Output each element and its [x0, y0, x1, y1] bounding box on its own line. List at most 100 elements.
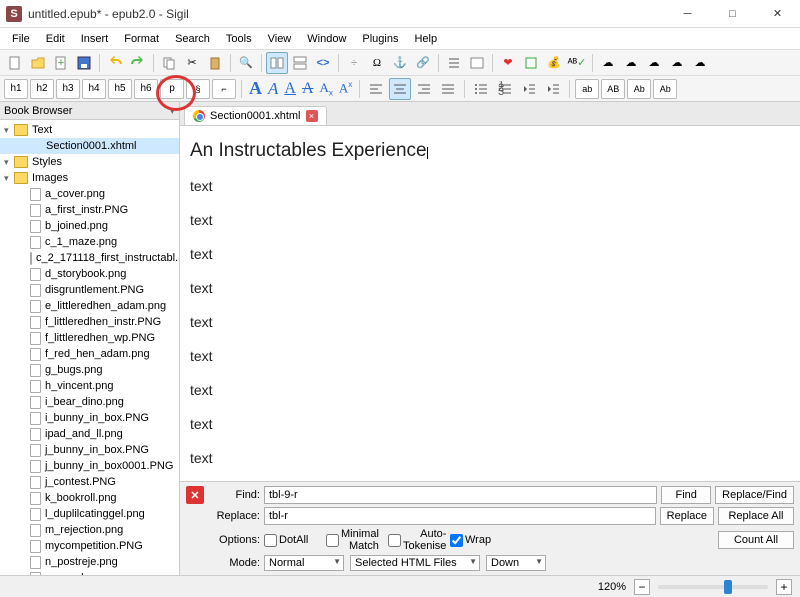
doc-paragraph[interactable]: text — [190, 246, 790, 262]
save-icon[interactable] — [73, 52, 95, 74]
mode-select[interactable]: Normal — [264, 555, 344, 571]
align-left-icon[interactable] — [365, 78, 387, 100]
minimize-button[interactable]: ─ — [665, 0, 710, 28]
count-all-button[interactable]: Count All — [718, 531, 794, 549]
list-number-icon[interactable]: 123 — [494, 78, 516, 100]
file-item[interactable]: k_bookroll.png — [0, 490, 179, 506]
metadata-icon[interactable] — [466, 52, 488, 74]
menu-help[interactable]: Help — [406, 30, 445, 48]
file-tree[interactable]: ▾TextSection0001.xhtml▾Styles▾Imagesa_co… — [0, 120, 179, 575]
subscript-button[interactable]: Ax — [320, 80, 333, 98]
book-view-icon[interactable] — [266, 52, 288, 74]
folder-styles[interactable]: ▾Styles — [0, 154, 179, 170]
cut-icon[interactable]: ✂ — [181, 52, 203, 74]
donate-icon[interactable]: 💰 — [543, 52, 565, 74]
menu-tools[interactable]: Tools — [218, 30, 260, 48]
paste-icon[interactable] — [204, 52, 226, 74]
cloud5-icon[interactable]: ☁ — [689, 52, 711, 74]
file-item[interactable]: m_rejection.png — [0, 522, 179, 538]
doc-paragraph[interactable]: text — [190, 178, 790, 194]
replace-all-button[interactable]: Replace All — [718, 507, 794, 525]
underline-button[interactable]: A — [284, 80, 296, 98]
italic-button[interactable]: A — [268, 79, 278, 99]
superscript-button[interactable]: Ax — [339, 80, 352, 96]
file-item[interactable]: f_littleredhen_instr.PNG — [0, 314, 179, 330]
minimal-checkbox[interactable]: Minimal Match — [326, 528, 378, 552]
file-item[interactable]: f_littleredhen_wp.PNG — [0, 330, 179, 346]
redo-icon[interactable] — [127, 52, 149, 74]
file-item[interactable]: mycompetition.PNG — [0, 538, 179, 554]
zoom-in-button[interactable]: + — [776, 579, 792, 595]
list-bullet-icon[interactable] — [470, 78, 492, 100]
doc-paragraph[interactable]: text — [190, 450, 790, 466]
file-item[interactable]: e_littleredhen_adam.png — [0, 298, 179, 314]
doc-paragraph[interactable]: text — [190, 348, 790, 364]
file-item[interactable]: d_storybook.png — [0, 266, 179, 282]
break-button[interactable]: ⌐ — [212, 79, 236, 99]
h2-button[interactable]: h2 — [30, 79, 54, 99]
file-item[interactable]: a_cover.png — [0, 186, 179, 202]
cloud1-icon[interactable]: ☁ — [597, 52, 619, 74]
h1-button[interactable]: h1 — [4, 79, 28, 99]
file-item[interactable]: j_contest.PNG — [0, 474, 179, 490]
link-icon[interactable]: 🔗 — [412, 52, 434, 74]
file-item[interactable]: disgruntlement.PNG — [0, 282, 179, 298]
section-button[interactable]: § — [186, 79, 210, 99]
h5-button[interactable]: h5 — [108, 79, 132, 99]
menu-view[interactable]: View — [260, 30, 300, 48]
file-item[interactable]: l_duplilcatinggel.png — [0, 506, 179, 522]
document-editor[interactable]: An Instructables Experience text text text t… — [180, 126, 800, 481]
strike-button[interactable]: A — [302, 80, 314, 98]
new-icon[interactable] — [4, 52, 26, 74]
file-item[interactable]: h_vincent.png — [0, 378, 179, 394]
find-button[interactable]: Find — [661, 486, 711, 504]
zoom-slider[interactable] — [658, 585, 768, 589]
align-justify-icon[interactable] — [437, 78, 459, 100]
spellcheck-icon[interactable]: ᴬᴮ✓ — [566, 52, 588, 74]
align-right-icon[interactable] — [413, 78, 435, 100]
scope-select[interactable]: Selected HTML Files — [350, 555, 480, 571]
align-center-icon[interactable] — [389, 78, 411, 100]
menu-file[interactable]: File — [4, 30, 38, 48]
maximize-button[interactable]: □ — [710, 0, 755, 28]
bold-button[interactable]: A — [249, 78, 262, 99]
zoom-out-button[interactable]: − — [634, 579, 650, 595]
menu-format[interactable]: Format — [116, 30, 167, 48]
doc-paragraph[interactable]: text — [190, 280, 790, 296]
panel-menu-icon[interactable]: ▾ — [169, 104, 175, 117]
h3-button[interactable]: h3 — [56, 79, 80, 99]
split-marker-icon[interactable]: ÷ — [343, 52, 365, 74]
file-item[interactable]: b_joined.png — [0, 218, 179, 234]
outdent-icon[interactable] — [518, 78, 540, 100]
wrap-checkbox[interactable]: Wrap — [450, 528, 502, 552]
menu-edit[interactable]: Edit — [38, 30, 73, 48]
folder-text[interactable]: ▾Text — [0, 122, 179, 138]
anchor-icon[interactable]: ⚓ — [389, 52, 411, 74]
h6-button[interactable]: h6 — [134, 79, 158, 99]
paragraph-button[interactable]: p — [160, 79, 184, 99]
validate-icon[interactable]: ❤ — [497, 52, 519, 74]
file-item[interactable]: a_first_instr.PNG — [0, 202, 179, 218]
menu-plugins[interactable]: Plugins — [354, 30, 406, 48]
find-icon[interactable]: 🔍 — [235, 52, 257, 74]
split-view-icon[interactable] — [289, 52, 311, 74]
cloud4-icon[interactable]: ☁ — [666, 52, 688, 74]
doc-paragraph[interactable]: text — [190, 382, 790, 398]
uppercase-button[interactable]: AB — [601, 79, 625, 99]
replace-input[interactable] — [264, 507, 656, 525]
special-char-icon[interactable]: Ω — [366, 52, 388, 74]
auto-tokenise-checkbox[interactable]: Auto-Tokenise — [388, 528, 440, 552]
lowercase-button[interactable]: ab — [575, 79, 599, 99]
cloud2-icon[interactable]: ☁ — [620, 52, 642, 74]
file-item[interactable]: c_2_171118_first_instructabl... — [0, 250, 179, 266]
doc-heading[interactable]: An Instructables Experience — [190, 140, 790, 162]
menu-search[interactable]: Search — [167, 30, 218, 48]
file-item[interactable]: Section0001.xhtml — [0, 138, 179, 154]
file-item[interactable]: j_bunny_in_box.PNG — [0, 442, 179, 458]
copy-icon[interactable] — [158, 52, 180, 74]
replace-button[interactable]: Replace — [660, 507, 714, 525]
doc-paragraph[interactable]: text — [190, 212, 790, 228]
h4-button[interactable]: h4 — [82, 79, 106, 99]
titlecase-button[interactable]: Ab — [627, 79, 651, 99]
doc-paragraph[interactable]: text — [190, 416, 790, 432]
